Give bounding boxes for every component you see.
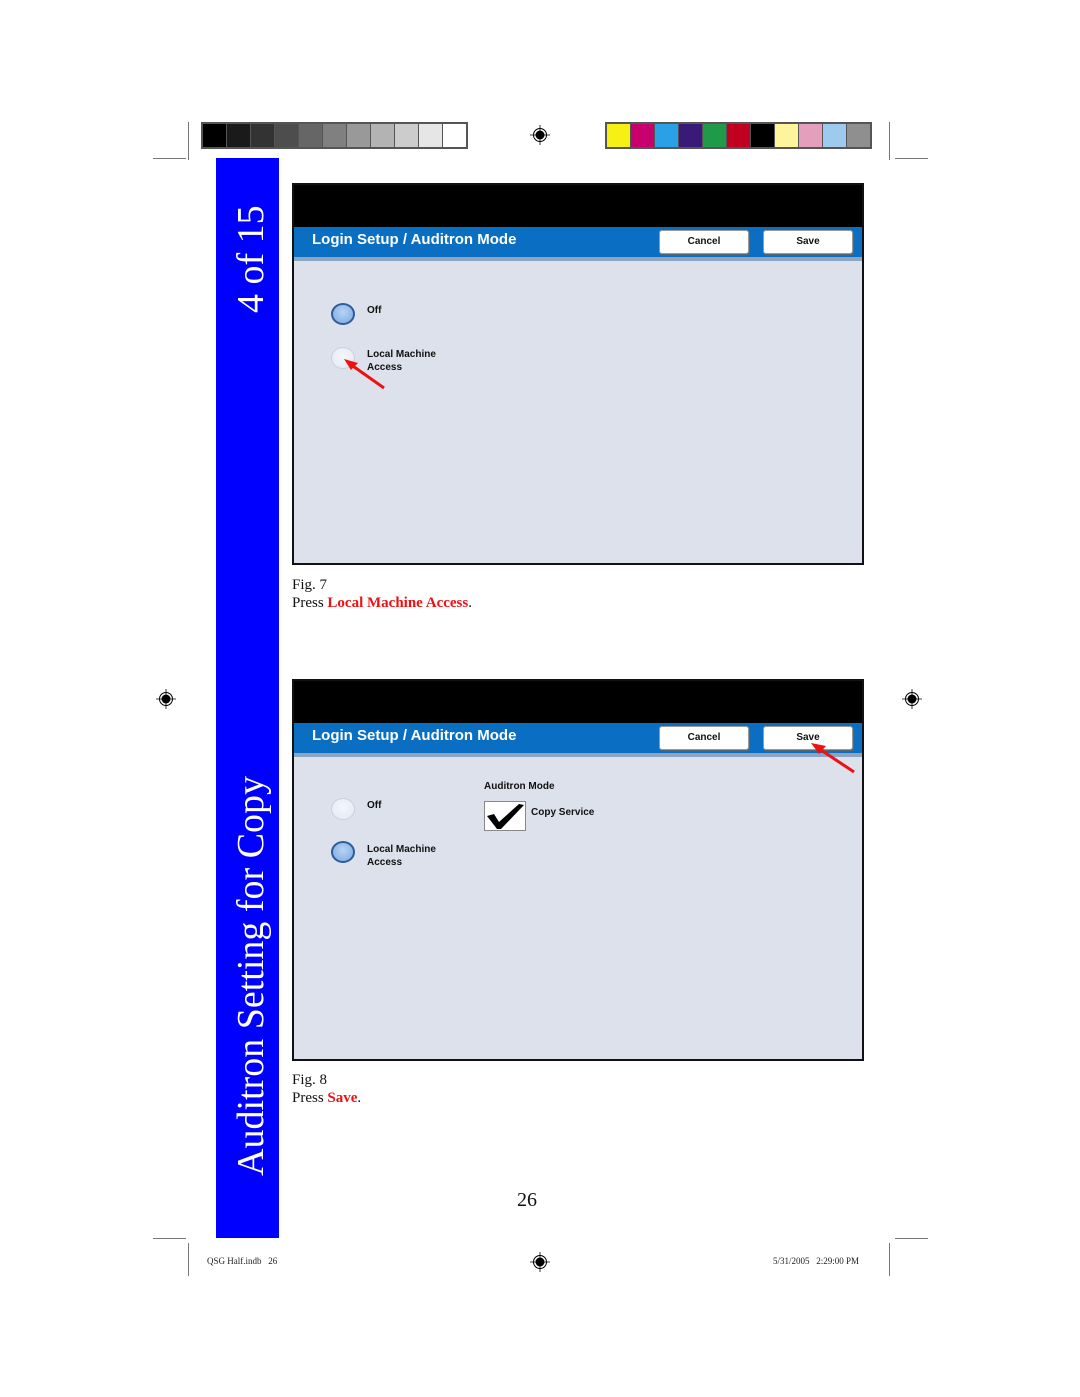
- crop-mark: [188, 122, 189, 160]
- screen-titlebar: Login Setup / Auditron Mode Cancel Save: [294, 227, 862, 261]
- color-swatch: [227, 124, 250, 147]
- option-label-text: Access: [367, 857, 403, 868]
- color-swatch: [607, 124, 630, 147]
- crop-mark: [889, 122, 890, 160]
- option-label-text: Local Machine: [367, 844, 436, 855]
- registration-mark-icon: [902, 689, 922, 709]
- red-arrow-icon: [344, 359, 385, 390]
- color-swatch: [727, 124, 750, 147]
- radio-off[interactable]: [331, 798, 355, 820]
- option-label-local-machine-access: Local Machine Access: [367, 843, 436, 869]
- instruction-text: Press Local Machine Access.: [292, 594, 472, 612]
- figure-8-caption: Fig. 8 Press Save.: [292, 1071, 361, 1107]
- radio-off[interactable]: [331, 303, 355, 325]
- footer-file-info: QSG Half.indb 26: [207, 1256, 278, 1266]
- color-swatch: [751, 124, 774, 147]
- crop-mark: [889, 1243, 890, 1276]
- instruction-text: Press Save.: [292, 1089, 361, 1107]
- registration-mark-icon: [530, 1252, 550, 1272]
- color-swatch: [395, 124, 418, 147]
- cancel-button[interactable]: Cancel: [659, 230, 749, 254]
- screen-title: Login Setup / Auditron Mode: [312, 727, 517, 744]
- section-sidebar: 4 of 15 Auditron Setting for Copy: [216, 158, 279, 1238]
- color-swatch: [203, 124, 226, 147]
- radio-local-machine-access[interactable]: [331, 841, 355, 863]
- instruction-suffix: .: [357, 1090, 362, 1106]
- page-number: 26: [517, 1189, 537, 1211]
- color-swatch: [823, 124, 846, 147]
- auditron-mode-heading: Auditron Mode: [484, 781, 555, 792]
- page-counter: 4 of 15: [230, 205, 272, 313]
- crop-mark: [153, 1238, 186, 1239]
- color-swatch: [251, 124, 274, 147]
- figure-8-screen: Login Setup / Auditron Mode Cancel Save …: [292, 679, 864, 1061]
- color-calibration-bar: [605, 122, 872, 149]
- color-swatch: [323, 124, 346, 147]
- option-label-text: Off: [367, 305, 382, 316]
- color-swatch: [275, 124, 298, 147]
- checkmark-icon: [487, 804, 524, 829]
- color-swatch: [631, 124, 654, 147]
- figure-7-screen: Login Setup / Auditron Mode Cancel Save …: [292, 183, 864, 565]
- screen-title: Login Setup / Auditron Mode: [312, 231, 517, 248]
- registration-mark-icon: [530, 125, 550, 145]
- color-swatch: [655, 124, 678, 147]
- color-swatch: [443, 124, 466, 147]
- figure-7-caption: Fig. 7 Press Local Machine Access.: [292, 576, 472, 612]
- figure-label: Fig. 7: [292, 577, 328, 593]
- option-label-off: Off: [367, 799, 381, 812]
- crop-mark: [895, 1238, 928, 1239]
- section-title: Auditron Setting for Copy: [230, 775, 272, 1176]
- color-swatch: [775, 124, 798, 147]
- instruction-highlight: Save: [327, 1090, 358, 1106]
- color-swatch: [847, 124, 870, 147]
- copy-service-label: Copy Service: [531, 807, 595, 818]
- color-swatch: [703, 124, 726, 147]
- instruction-prefix: Press: [292, 1090, 328, 1106]
- screen-topbar: [294, 185, 862, 227]
- grayscale-calibration-bar: [201, 122, 468, 149]
- save-button[interactable]: Save: [763, 230, 853, 254]
- color-swatch: [299, 124, 322, 147]
- color-swatch: [419, 124, 442, 147]
- color-swatch: [799, 124, 822, 147]
- instruction-suffix: .: [468, 595, 472, 611]
- red-arrow-icon: [811, 743, 855, 774]
- footer-timestamp: 5/31/2005 2:29:00 PM: [773, 1256, 860, 1266]
- crop-mark: [153, 158, 186, 159]
- color-swatch: [347, 124, 370, 147]
- instruction-highlight: Local Machine Access: [327, 595, 469, 611]
- instruction-prefix: Press: [292, 595, 328, 611]
- cancel-button[interactable]: Cancel: [659, 726, 749, 750]
- crop-mark: [188, 1243, 189, 1276]
- color-swatch: [371, 124, 394, 147]
- crop-mark: [895, 158, 928, 159]
- screen-topbar: [294, 681, 862, 723]
- color-swatch: [679, 124, 702, 147]
- figure-label: Fig. 8: [292, 1072, 328, 1088]
- copy-service-checkbox[interactable]: [484, 801, 526, 831]
- option-label-off: Off: [367, 304, 381, 317]
- screen-titlebar: Login Setup / Auditron Mode Cancel Save: [294, 723, 862, 757]
- registration-mark-icon: [156, 689, 176, 709]
- option-label-text: Off: [367, 800, 382, 811]
